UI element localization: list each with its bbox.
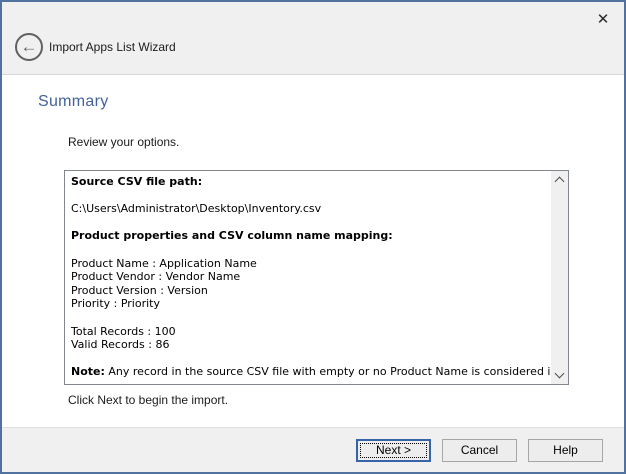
close-icon[interactable]: ✕ xyxy=(590,7,616,33)
summary-box-line: Priority : Priority xyxy=(71,297,545,311)
summary-box-line xyxy=(71,352,545,366)
summary-box-line: Product properties and CSV column name m… xyxy=(71,229,545,243)
page-title: Summary xyxy=(38,93,109,111)
summary-box: Source CSV file path: C:\Users\Administr… xyxy=(64,170,569,385)
help-button[interactable]: Help xyxy=(528,439,603,462)
next-button[interactable]: Next > xyxy=(356,439,431,462)
summary-box-line: Product Vendor : Vendor Name xyxy=(71,270,545,284)
summary-box-line: Valid Records : 86 xyxy=(71,338,545,352)
wizard-window: ✕ ← Import Apps List Wizard Summary Revi… xyxy=(0,0,626,474)
vertical-scrollbar[interactable] xyxy=(551,171,568,384)
summary-box-line xyxy=(71,189,545,203)
summary-box-line: Product Name : Application Name xyxy=(71,257,545,271)
summary-box-line: Note: Any record in the source CSV file … xyxy=(71,365,545,379)
summary-box-line: Product Version : Version xyxy=(71,284,545,298)
summary-box-line: Source CSV file path: xyxy=(71,175,545,189)
back-button[interactable]: ← xyxy=(15,33,43,61)
scroll-up-icon[interactable] xyxy=(551,171,568,188)
scroll-down-icon[interactable] xyxy=(551,367,568,384)
wizard-header: ✕ ← Import Apps List Wizard xyxy=(2,2,624,75)
hint-text: Click Next to begin the import. xyxy=(68,393,228,407)
footer-bar: Next > Cancel Help xyxy=(2,427,624,472)
summary-box-line xyxy=(71,311,545,325)
summary-box-line xyxy=(71,243,545,257)
cancel-button[interactable]: Cancel xyxy=(442,439,517,462)
summary-box-line xyxy=(71,216,545,230)
wizard-title: Import Apps List Wizard xyxy=(49,40,176,54)
summary-box-content: Source CSV file path: C:\Users\Administr… xyxy=(65,171,551,384)
summary-box-line: C:\Users\Administrator\Desktop\Inventory… xyxy=(71,202,545,216)
instruction-text: Review your options. xyxy=(68,135,179,149)
summary-box-line: Total Records : 100 xyxy=(71,325,545,339)
